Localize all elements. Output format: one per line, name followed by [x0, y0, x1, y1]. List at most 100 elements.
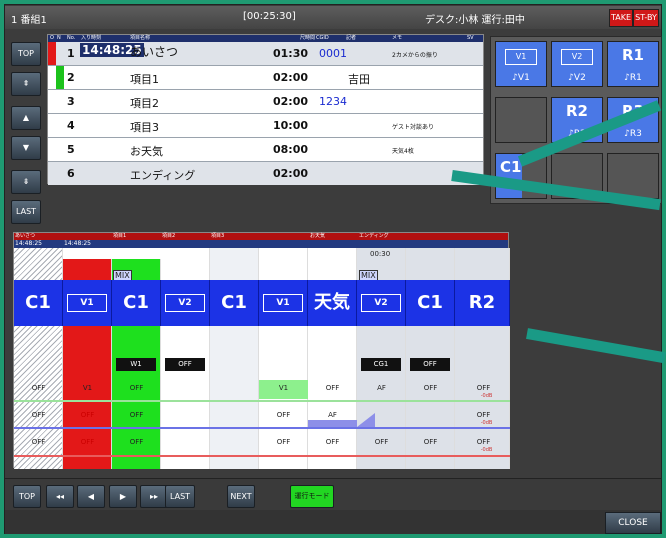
wipe-label: W1	[116, 358, 156, 371]
audio-db: -0dB	[480, 393, 493, 399]
back-button[interactable]: ◀	[77, 485, 105, 508]
staff-info: デスク:小林 運行:田中	[425, 15, 525, 26]
audio-state: OFF	[325, 438, 340, 446]
audio-line	[14, 400, 510, 402]
audio-state: AF	[328, 411, 337, 419]
pad-label: R1	[622, 46, 644, 64]
audio-state: OFF	[476, 384, 491, 392]
row-memo: 2カメからの振り	[392, 52, 438, 59]
tl-gap	[63, 248, 112, 259]
tl-block[interactable]: R2	[455, 280, 510, 326]
row-number: 5	[67, 143, 75, 156]
tl-block-label: C1	[123, 292, 149, 313]
tl-block[interactable]: 天気	[308, 280, 357, 326]
list-row[interactable]: 5 お天気 08:00 天気4枚	[48, 138, 483, 162]
rundown-list: O N No. 入り時刻 項目名称 尺時間 CGID 記者 メモ SV 1 14…	[47, 34, 484, 185]
rewind-button[interactable]: ◂◂	[46, 485, 74, 508]
next-button[interactable]: NEXT	[227, 485, 255, 508]
pad-v2[interactable]: V2 ♪V2	[551, 41, 603, 87]
tl-counter: 00:30	[370, 250, 391, 258]
audio-state: OFF	[476, 438, 491, 446]
wipe-off-label: OFF	[165, 358, 205, 371]
list-top-button[interactable]: TOP	[11, 42, 41, 66]
page-up-button[interactable]: ⇞	[11, 72, 41, 96]
cg-off-label: OFF	[410, 358, 450, 371]
vtr-icon: V1	[505, 49, 537, 65]
tl-item-label: エンディング	[359, 233, 389, 239]
audio-state: OFF	[31, 384, 46, 392]
audio-state: OFF	[129, 438, 144, 446]
row-number: 1	[67, 47, 75, 60]
pad-audio-label: ♪R1	[624, 73, 642, 83]
list-last-button[interactable]: LAST	[11, 200, 41, 224]
list-row[interactable]: 1 14:48:25 あいさつ 01:30 0001 2カメからの振り	[48, 42, 483, 66]
tl-block-label: 天気	[314, 292, 350, 313]
list-row[interactable]: 2 項目1 02:00 吉田	[48, 66, 483, 90]
audio-state: OFF	[80, 411, 95, 419]
tl-block[interactable]: C1	[210, 280, 259, 326]
tl-item-label: お天気	[310, 233, 326, 239]
list-row[interactable]: 3 項目2 02:00 1234	[48, 90, 483, 114]
row-duration: 02:00	[273, 95, 309, 108]
rundown-header: O N No. 入り時刻 項目名称 尺時間 CGID 記者 メモ SV	[48, 35, 483, 42]
audio-state: OFF	[31, 411, 46, 419]
pad-r1[interactable]: R1 ♪R1	[607, 41, 659, 87]
page-down-button[interactable]: ⇟	[11, 170, 41, 194]
transport-last-button[interactable]: LAST	[165, 485, 195, 508]
take-button[interactable]: TAKE	[609, 9, 633, 27]
tl-item-label: 項目3	[211, 233, 225, 239]
tl-item-label: あいさつ	[15, 233, 36, 239]
pad-label: R2	[566, 102, 588, 120]
col-reporter: 記者	[346, 35, 357, 41]
down-button[interactable]: ▼	[11, 136, 41, 160]
tl-block[interactable]: C1	[14, 280, 63, 326]
row-name: あいさつ	[130, 45, 179, 59]
row-name: 項目3	[130, 121, 159, 134]
tl-item-label: 項目1	[113, 233, 127, 239]
fast-forward-button[interactable]: ▸▸	[140, 485, 168, 508]
tl-block[interactable]: V1	[259, 280, 308, 326]
row-memo: ゲスト対談あり	[392, 124, 435, 131]
tl-block-label: C1	[25, 292, 51, 313]
tl-block[interactable]: C1	[112, 280, 161, 326]
audio-state: OFF	[423, 438, 438, 446]
pad-v1[interactable]: V1 ♪V1	[495, 41, 547, 87]
audio-state: V1	[278, 384, 289, 392]
row-memo: 天気4枚	[392, 148, 414, 155]
close-button[interactable]: CLOSE	[605, 512, 661, 534]
audio-state: OFF	[276, 438, 291, 446]
tl-start-time: 14:48:25	[15, 240, 42, 247]
tl-item-label: 項目2	[162, 233, 176, 239]
row-duration: 02:00	[273, 71, 309, 84]
run-mode-button[interactable]: 運行モード	[290, 485, 334, 508]
audio-state: OFF	[423, 384, 438, 392]
forward-button[interactable]: ▶	[109, 485, 137, 508]
audio-state: AF	[377, 384, 386, 392]
col-number: No.	[67, 35, 76, 41]
timeline-time-row: 14:48:25 14:48:25	[14, 240, 508, 248]
col-sv: SV	[467, 35, 474, 41]
tl-block[interactable]: V2	[161, 280, 210, 326]
transport-top-button[interactable]: TOP	[13, 485, 41, 508]
vtr-icon: V2	[165, 294, 205, 312]
row-duration: 10:00	[273, 119, 309, 132]
up-button[interactable]: ▲	[11, 106, 41, 130]
row-name: 項目1	[130, 73, 159, 86]
audio-state: OFF	[325, 384, 340, 392]
standby-button[interactable]: ST-BY	[633, 9, 659, 27]
tl-block-label: R2	[468, 292, 496, 313]
row-number: 4	[67, 119, 75, 132]
list-row[interactable]: 4 項目3 10:00 ゲスト対談あり	[48, 114, 483, 138]
list-row[interactable]: 6 エンディング 02:00	[48, 162, 483, 185]
tl-block[interactable]: V1	[63, 280, 112, 326]
tl-block[interactable]: C1	[406, 280, 455, 326]
timeline-panel: あいさつ 項目1 項目2 項目3 お天気 エンディング 14:48:25 14:…	[13, 232, 510, 469]
row-duration: 01:30	[273, 47, 309, 60]
pad-empty[interactable]	[495, 97, 547, 143]
row-number: 3	[67, 95, 75, 108]
tl-start-time: 14:48:25	[64, 240, 91, 247]
pad-audio-label: ♪R3	[624, 129, 642, 139]
col-start-time: 入り時刻	[81, 35, 102, 41]
pad-audio-label: ♪V1	[512, 73, 530, 83]
tl-block[interactable]: V2	[357, 280, 406, 326]
